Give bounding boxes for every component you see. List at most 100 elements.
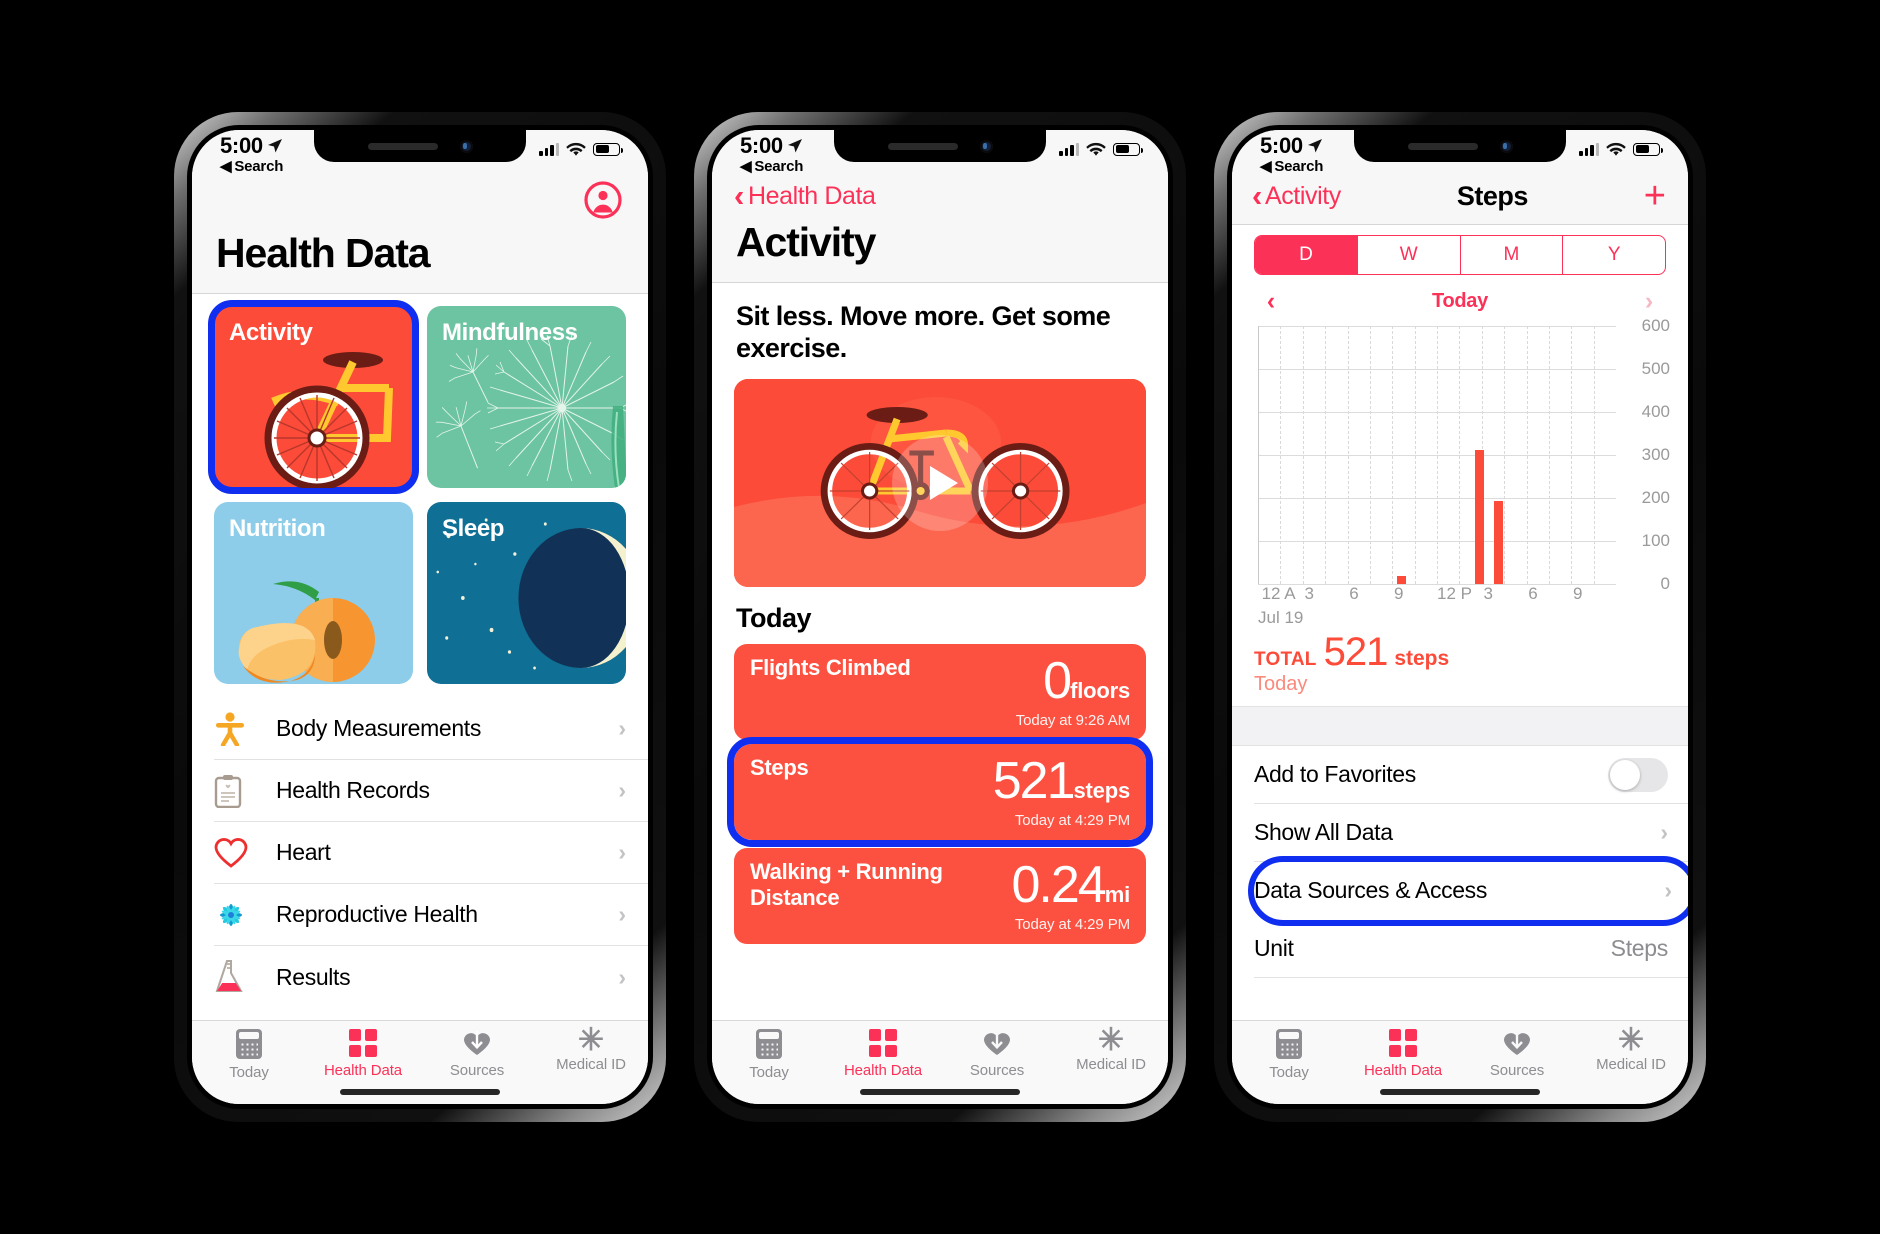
tab-today[interactable]: Today xyxy=(712,1029,826,1081)
section-header-today: Today xyxy=(736,602,812,633)
chart-x-axis: 12 A 3 6 9 12 P 3 6 9 xyxy=(1261,584,1583,603)
back-button-label: Health Data xyxy=(747,182,876,210)
tab-today[interactable]: Today xyxy=(192,1029,306,1081)
promo-video-card[interactable] xyxy=(734,378,1146,587)
play-button-icon[interactable] xyxy=(892,434,988,531)
chevron-right-icon: › xyxy=(618,715,626,741)
tile-activity[interactable]: Activity xyxy=(208,300,419,494)
chevron-left-icon: ‹ xyxy=(1252,177,1262,213)
segment-year[interactable]: Y xyxy=(1562,236,1665,274)
chevron-right-icon: › xyxy=(618,963,626,990)
back-button-activity[interactable]: ‹ Activity xyxy=(1252,177,1341,213)
list-item-label: Results xyxy=(276,963,351,990)
list-item-label: Body Measurements xyxy=(276,715,481,741)
back-button-health-data[interactable]: ‹ Health Data xyxy=(712,178,1168,211)
data-card-unit: steps xyxy=(1073,777,1131,803)
segment-day[interactable]: D xyxy=(1255,236,1357,274)
data-card-unit: mi xyxy=(1104,881,1130,907)
phone-3-steps-detail: 5:00 ◀ Search ‹ Activity Steps + D W M Y… xyxy=(1214,112,1706,1122)
data-card-walking-running-distance[interactable]: Walking + Running Distance 0.24mi Today … xyxy=(734,847,1146,944)
list-item-show-all-data[interactable]: Show All Data › xyxy=(1254,804,1688,862)
tile-nutrition[interactable]: Nutrition xyxy=(214,502,413,684)
chevron-right-icon: › xyxy=(618,901,626,927)
chart-bar xyxy=(1474,449,1484,584)
data-card-timestamp: Today at 9:26 AM xyxy=(1015,711,1130,729)
asterisk-medical-icon: ✳ xyxy=(578,1022,604,1057)
tab-medical-id[interactable]: ✳ Medical ID xyxy=(1054,1022,1168,1074)
segment-week[interactable]: W xyxy=(1356,236,1460,274)
phone-2-activity: 5:00 ◀ Search ‹ Health Data Activity Sit… xyxy=(694,112,1186,1122)
status-back-search[interactable]: ◀ Search xyxy=(740,157,803,176)
cellular-bars-icon xyxy=(539,142,559,156)
list-item-data-sources-access[interactable]: Data Sources & Access › xyxy=(1248,856,1688,926)
chevron-right-icon: › xyxy=(1664,877,1672,903)
list-item-add-to-favorites[interactable]: Add to Favorites xyxy=(1254,746,1688,804)
battery-icon xyxy=(1113,142,1143,156)
speaker-grille xyxy=(1407,142,1478,150)
nav-bar: ‹ Activity Steps + xyxy=(1232,177,1688,224)
front-camera-icon xyxy=(459,139,473,153)
location-arrow-icon xyxy=(787,138,802,153)
list-item[interactable]: Body Measurements › xyxy=(214,698,648,760)
tile-sleep[interactable]: Sleep xyxy=(427,502,626,684)
list-item-label: Data Sources & Access xyxy=(1254,877,1487,903)
three-phone-comparison: 5:00 ◀ Search Health Data Activity Mindf… xyxy=(0,0,1880,1234)
tab-sources[interactable]: Sources xyxy=(1460,1029,1574,1079)
chevron-right-icon: › xyxy=(1660,819,1668,845)
steps-options-list: Add to Favorites Show All Data › Data So… xyxy=(1232,746,1688,1020)
tab-today[interactable]: Today xyxy=(1232,1029,1346,1081)
home-indicator xyxy=(340,1089,500,1095)
tab-health-data[interactable]: Health Data xyxy=(826,1029,940,1079)
chart-date-label: Jul 19 xyxy=(1258,608,1304,627)
list-item-unit[interactable]: Unit Steps xyxy=(1254,920,1688,978)
data-card-timestamp: Today at 4:29 PM xyxy=(1014,915,1130,933)
profile-avatar-icon[interactable] xyxy=(584,181,622,219)
chevron-left-icon[interactable]: ‹ xyxy=(1254,287,1288,316)
lab-flask-icon xyxy=(214,959,276,995)
tab-sources[interactable]: Sources xyxy=(420,1029,534,1079)
category-tile-grid: Activity Mindfulness Nutrition Sleep xyxy=(192,294,648,698)
wifi-icon xyxy=(566,142,586,156)
speaker-grille xyxy=(887,142,958,150)
location-arrow-icon xyxy=(267,138,282,153)
data-card-timestamp: Today at 4:29 PM xyxy=(1014,811,1130,829)
segment-month[interactable]: M xyxy=(1459,236,1563,274)
page-title: Activity xyxy=(736,219,876,265)
chart-bar xyxy=(1396,576,1406,584)
list-item[interactable]: Health Records › xyxy=(214,760,648,822)
favorites-toggle[interactable] xyxy=(1608,757,1668,792)
tile-mindfulness[interactable]: Mindfulness xyxy=(427,306,626,488)
range-segmented-control[interactable]: D W M Y xyxy=(1254,235,1666,275)
calendar-today-icon xyxy=(1276,1029,1302,1059)
steps-bar-chart[interactable]: 600 500 400 300 200 100 0 12 A 3 6 9 12 … xyxy=(1250,316,1674,627)
tab-medical-id[interactable]: ✳ Medical ID xyxy=(1574,1024,1688,1074)
location-arrow-icon xyxy=(1307,138,1322,153)
tab-medical-id[interactable]: ✳ Medical ID xyxy=(534,1022,648,1074)
total-sublabel: Today xyxy=(1254,673,1308,695)
data-card-flights-climbed[interactable]: Flights Climbed 0floors Today at 9:26 AM xyxy=(734,643,1146,740)
peach-icon xyxy=(238,581,375,683)
status-back-search[interactable]: ◀ Search xyxy=(220,157,283,176)
list-item-label: Health Records xyxy=(276,777,430,803)
tab-health-data[interactable]: Health Data xyxy=(1346,1029,1460,1079)
chevron-right-icon: › xyxy=(618,839,626,865)
list-item[interactable]: Heart › xyxy=(214,822,648,884)
list-item-label: Show All Data xyxy=(1254,819,1393,845)
status-back-search[interactable]: ◀ Search xyxy=(1260,157,1323,176)
list-item-label: Heart xyxy=(276,839,331,865)
tab-sources[interactable]: Sources xyxy=(940,1029,1054,1079)
chevron-right-icon[interactable]: › xyxy=(1632,287,1666,316)
total-prefix: TOTAL xyxy=(1254,649,1317,670)
list-item[interactable]: Results › xyxy=(214,946,648,1008)
data-card-name: Flights Climbed xyxy=(750,654,911,680)
date-navigator: ‹ Today › xyxy=(1232,279,1688,322)
list-item-label: Unit xyxy=(1254,935,1294,961)
heart-download-icon xyxy=(982,1029,1012,1057)
data-card-steps[interactable]: Steps 521steps Today at 4:29 PM xyxy=(727,736,1153,847)
asterisk-medical-icon: ✳ xyxy=(1098,1022,1124,1057)
list-item[interactable]: Reproductive Health › xyxy=(214,884,648,946)
plus-icon[interactable]: + xyxy=(1644,177,1668,215)
tab-health-data[interactable]: Health Data xyxy=(306,1029,420,1079)
calendar-today-icon xyxy=(236,1029,262,1059)
total-value: 521 xyxy=(1323,630,1389,674)
